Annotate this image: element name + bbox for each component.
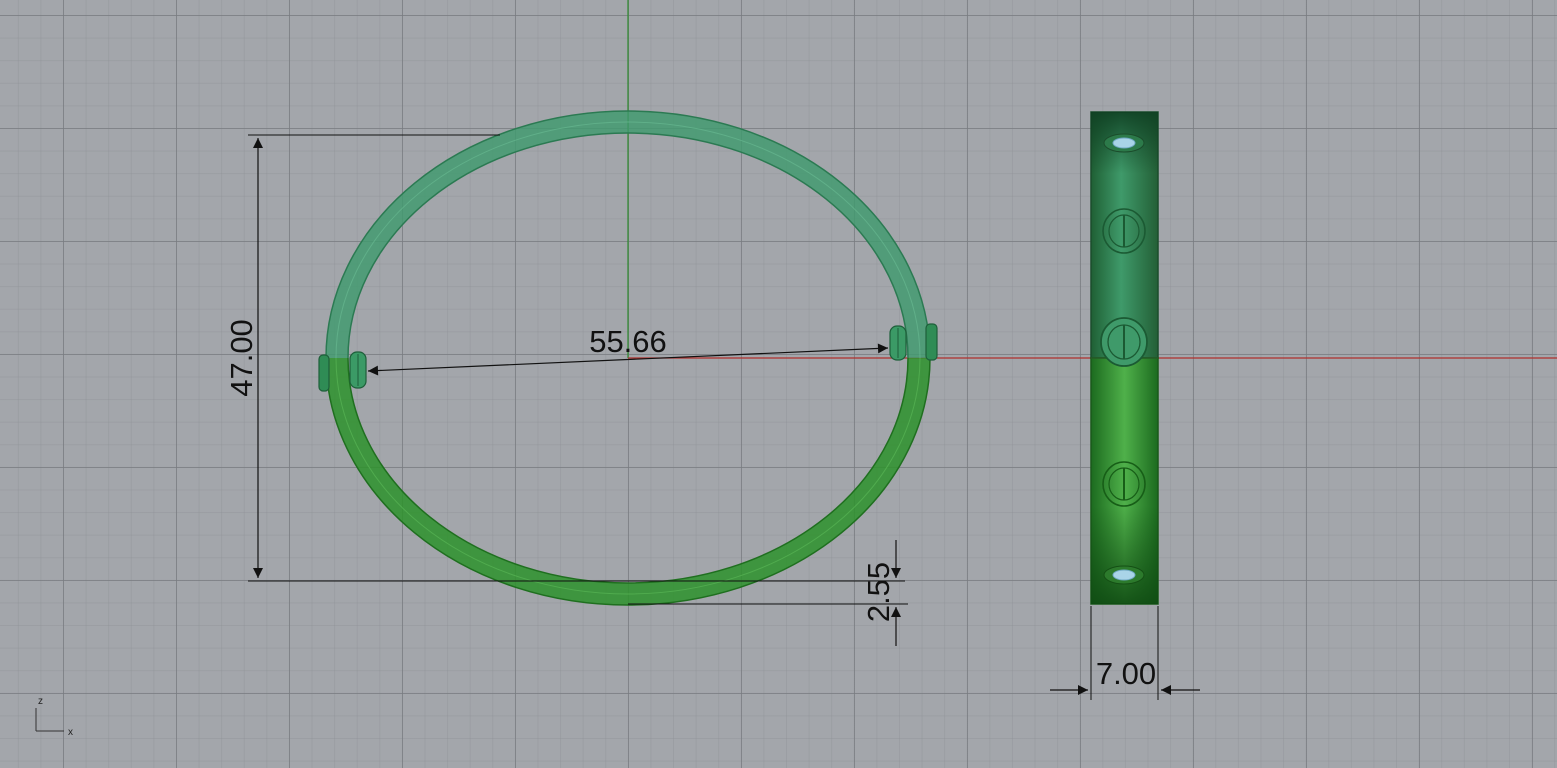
axis-widget-z-label: z	[38, 696, 43, 707]
axis-widget-x-label: x	[68, 727, 73, 738]
side-screw-slot-bottom	[1103, 565, 1145, 585]
dimension-thickness-label: 2.55	[861, 562, 896, 622]
model-canvas[interactable]: 47.00 55.66 2.55 7.00 z x	[0, 0, 1557, 768]
dimension-width-label: 7.00	[1096, 656, 1156, 691]
side-screw-slot-top	[1103, 133, 1145, 153]
side-screw-head-1	[1102, 208, 1146, 254]
dimension-diagonal-label: 55.66	[589, 324, 667, 359]
bangle-side-view[interactable]	[1090, 111, 1159, 605]
dimension-height-label: 47.00	[224, 319, 259, 397]
side-screw-head-2	[1100, 317, 1148, 367]
axis-widget: z x	[35, 696, 73, 738]
front-viewport[interactable]: 47.00 55.66 2.55 7.00 z x	[0, 0, 1557, 768]
dimension-width[interactable]: 7.00	[1050, 606, 1200, 700]
dimension-diagonal[interactable]: 55.66	[367, 324, 889, 376]
side-screw-head-3	[1102, 461, 1146, 507]
